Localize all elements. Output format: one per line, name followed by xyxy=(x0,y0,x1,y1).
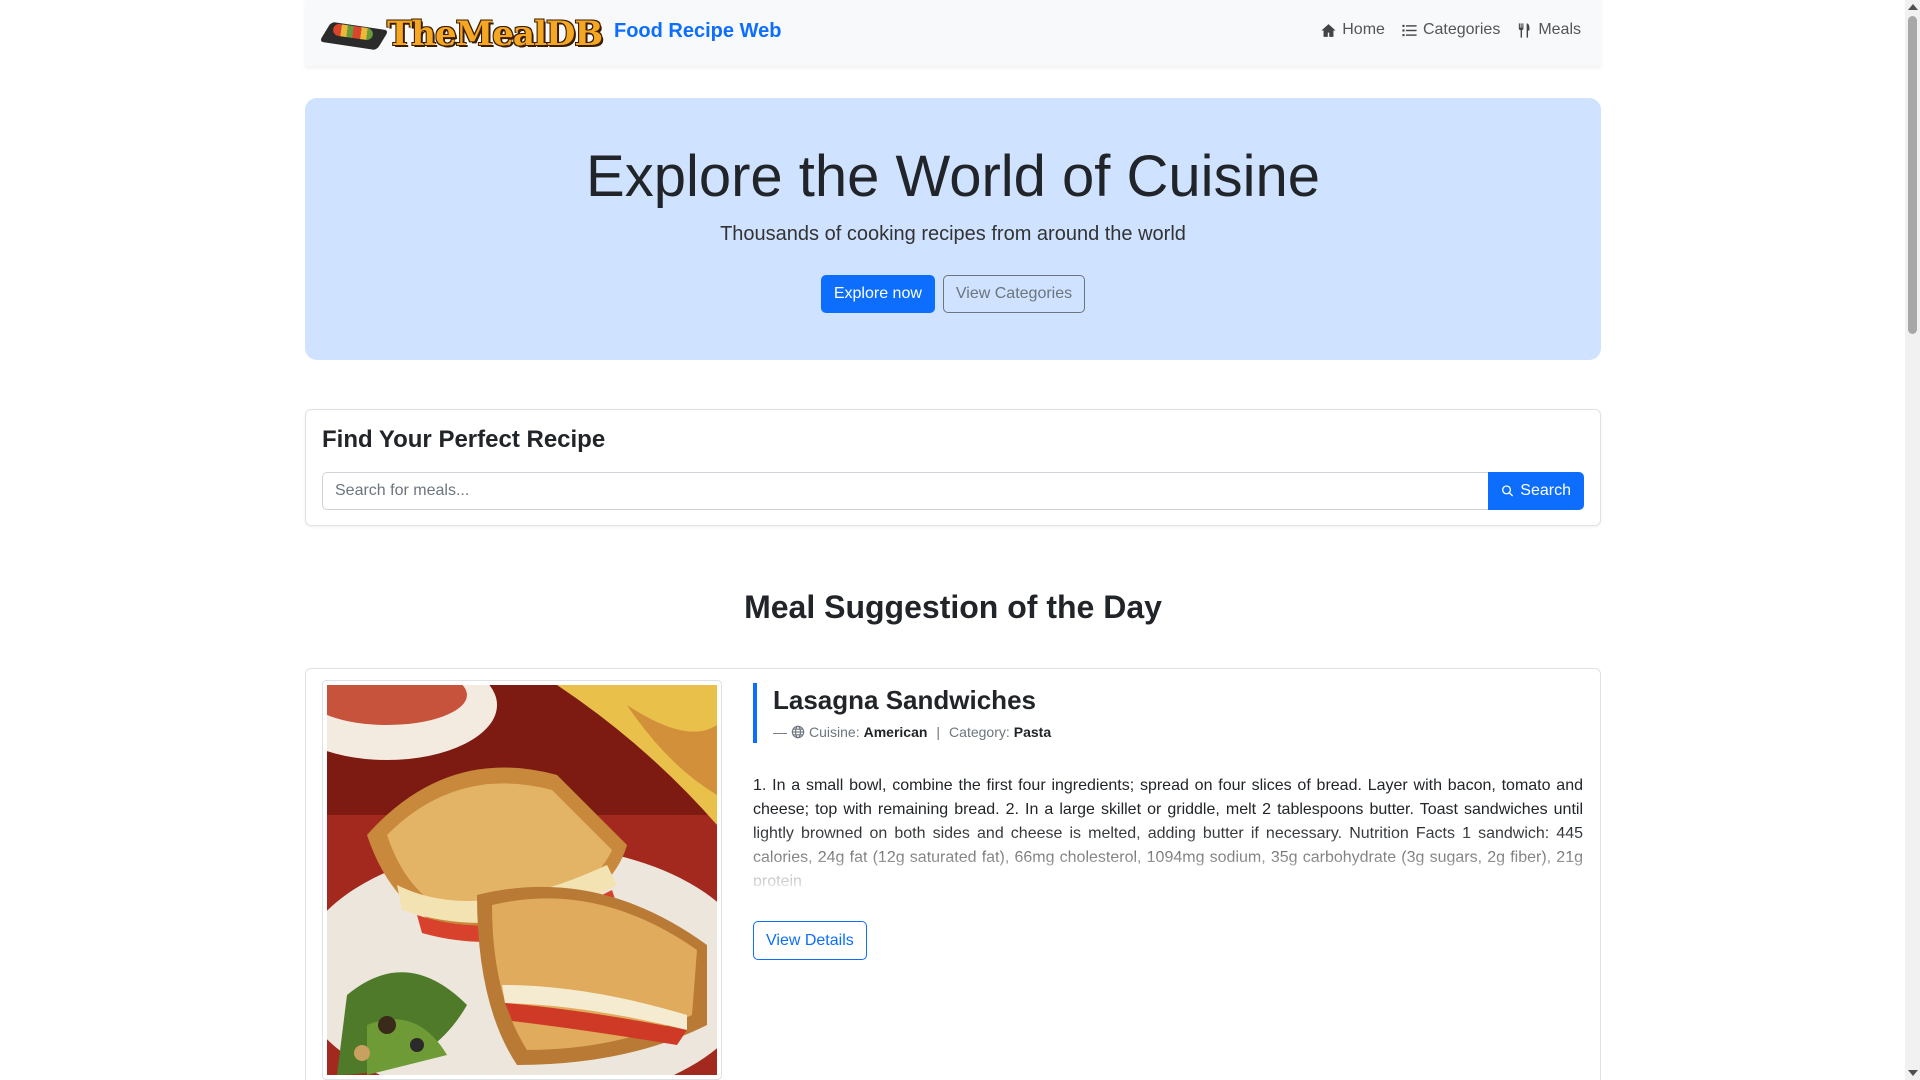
scrollbar-thumb[interactable] xyxy=(1908,16,1917,334)
meal-header: Lasagna Sandwiches — Cuisine: American |… xyxy=(753,683,1583,743)
view-details-button[interactable]: View Details xyxy=(753,921,867,960)
search-button-label: Search xyxy=(1520,482,1571,499)
site-title[interactable]: Food Recipe Web xyxy=(614,20,781,43)
globe-icon xyxy=(791,725,805,739)
cuisine-label: Cuisine: xyxy=(809,724,860,740)
category-value: Pasta xyxy=(1013,724,1052,740)
hero-title: Explore the World of Cuisine xyxy=(586,144,1320,209)
nav-categories[interactable]: Categories xyxy=(1401,21,1500,39)
utensils-icon xyxy=(1519,22,1530,38)
list-icon xyxy=(1402,24,1417,36)
hero-banner: Explore the World of Cuisine Thousands o… xyxy=(305,98,1601,360)
navbar: TheMealDB Food Recipe Web Home Categorie… xyxy=(305,0,1601,66)
nav-links: Home Categories Meals xyxy=(1320,21,1581,39)
view-categories-button[interactable]: View Categories xyxy=(942,275,1086,313)
search-heading: Find Your Perfect Recipe xyxy=(322,426,606,453)
themealdb-logo: TheMealDB xyxy=(319,12,603,54)
nav-home[interactable]: Home xyxy=(1320,21,1385,39)
search-group: Search xyxy=(322,472,1584,510)
meal-image[interactable] xyxy=(322,680,722,1080)
meal-instructions: 1. In a small bowl, combine the first fo… xyxy=(753,774,1583,886)
page-scrollbar[interactable] xyxy=(1905,0,1920,1080)
search-card: Find Your Perfect Recipe Search xyxy=(305,409,1601,526)
category-label: Category: xyxy=(949,724,1010,740)
explore-now-button[interactable]: Explore now xyxy=(820,275,935,313)
suggestion-section-title: Meal Suggestion of the Day xyxy=(744,589,1162,625)
nav-meals-label: Meals xyxy=(1538,21,1581,38)
meal-info: Lasagna Sandwiches — Cuisine: American |… xyxy=(753,683,1583,960)
nav-meals[interactable]: Meals xyxy=(1516,21,1581,39)
meal-suggestion-card: Lasagna Sandwiches — Cuisine: American |… xyxy=(305,668,1601,1080)
nav-home-label: Home xyxy=(1342,21,1385,38)
meta-separator: | xyxy=(936,724,941,740)
home-icon xyxy=(1321,23,1336,37)
meal-name: Lasagna Sandwiches xyxy=(773,685,1036,715)
hero-buttons: Explore now View Categories xyxy=(305,275,1601,313)
search-button[interactable]: Search xyxy=(1488,472,1584,510)
meal-photo xyxy=(327,685,717,1075)
meta-dash: — xyxy=(773,724,787,740)
scroll-down-arrow-icon[interactable] xyxy=(1908,1070,1918,1076)
hero-subtitle: Thousands of cooking recipes from around… xyxy=(720,223,1186,245)
cuisine-value: American xyxy=(863,724,928,740)
search-input[interactable] xyxy=(322,472,1488,510)
brand-logo-link[interactable]: TheMealDB xyxy=(319,12,603,54)
search-icon xyxy=(1501,485,1514,497)
nav-categories-label: Categories xyxy=(1422,21,1501,38)
page: TheMealDB Food Recipe Web Home Categorie… xyxy=(0,0,1905,1080)
meal-meta: — Cuisine: American | Category: Pasta xyxy=(773,724,1583,740)
scroll-up-arrow-icon[interactable] xyxy=(1908,4,1918,10)
